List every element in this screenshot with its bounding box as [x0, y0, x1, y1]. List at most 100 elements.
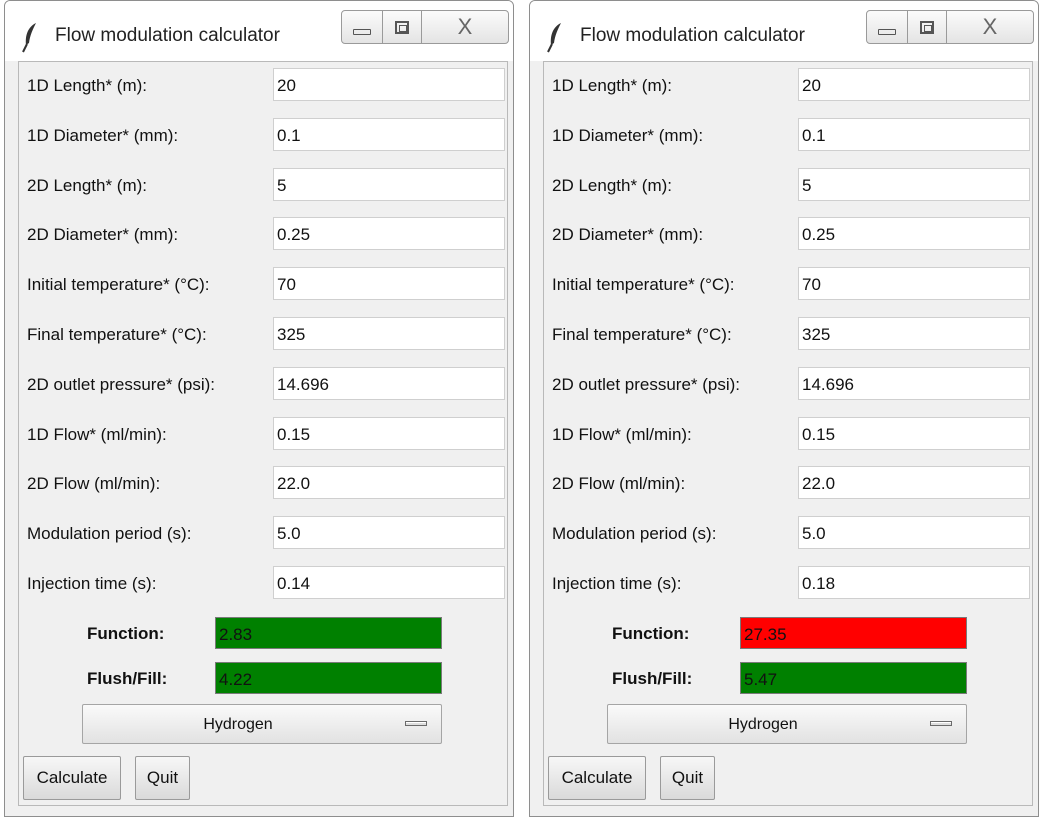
function-result: 27.35	[740, 617, 967, 649]
field-input[interactable]: 14.696	[273, 366, 505, 400]
form-row: 2D Length* (m): 5	[19, 167, 507, 202]
field-input[interactable]: 0.18	[798, 566, 1030, 599]
calculator-window-right: Flow modulation calculator X 1D Length* …	[529, 0, 1039, 817]
flush-fill-result: 5.47	[740, 662, 967, 694]
feather-icon	[547, 23, 561, 53]
carrier-gas-dropdown[interactable]: Hydrogen	[607, 704, 967, 744]
form-row: 1D Diameter* (mm): 0.1	[544, 117, 1032, 152]
feather-icon	[22, 23, 36, 53]
field-input[interactable]: 70	[273, 267, 505, 301]
form-row: 1D Diameter* (mm): 0.1	[19, 117, 507, 152]
field-input[interactable]: 325	[798, 317, 1030, 350]
form-row: Injection time (s): 0.14	[19, 566, 507, 600]
form-row: 2D Flow (ml/min): 22.0	[19, 466, 507, 500]
field-label: Initial temperature* (°C):	[552, 275, 735, 295]
form-row: 2D Diameter* (mm): 0.25	[19, 217, 507, 251]
maximize-button[interactable]	[382, 10, 422, 44]
field-label: 2D outlet pressure* (psi):	[552, 374, 741, 394]
calculator-window-left: Flow modulation calculator X 1D Length* …	[4, 0, 514, 817]
form-row: 2D outlet pressure* (psi): 14.696	[544, 366, 1032, 401]
field-input[interactable]: 0.15	[798, 416, 1030, 450]
field-label: Injection time (s):	[27, 574, 157, 593]
minimize-icon	[353, 29, 371, 35]
calculate-button[interactable]: Calculate	[548, 756, 646, 800]
field-input[interactable]: 0.15	[273, 416, 505, 450]
field-input[interactable]: 14.696	[798, 366, 1030, 400]
form-row: Final temperature* (°C): 325	[19, 317, 507, 351]
carrier-gas-value: Hydrogen	[728, 716, 798, 733]
field-label: 2D Length* (m):	[552, 175, 672, 195]
form-row: 1D Length* (m): 20	[19, 68, 507, 102]
field-label: 1D Flow* (ml/min):	[27, 424, 167, 444]
calculate-button[interactable]: Calculate	[23, 756, 121, 800]
form-row: Initial temperature* (°C): 70	[544, 267, 1032, 301]
function-result: 2.83	[215, 617, 442, 649]
form-row: 2D Flow (ml/min): 22.0	[544, 466, 1032, 500]
field-label: 2D Length* (m):	[27, 175, 147, 195]
field-label: Injection time (s):	[552, 574, 682, 593]
maximize-button[interactable]	[907, 10, 947, 44]
function-label: Function:	[612, 624, 690, 643]
maximize-icon	[920, 20, 934, 34]
form-row: Injection time (s): 0.18	[544, 566, 1032, 600]
minimize-button[interactable]	[866, 10, 908, 44]
field-input[interactable]: 20	[273, 68, 505, 101]
window-title: Flow modulation calculator	[55, 25, 280, 46]
minimize-icon	[878, 29, 896, 35]
flush-fill-result: 4.22	[215, 662, 442, 694]
field-input[interactable]: 5.0	[273, 516, 505, 550]
quit-button[interactable]: Quit	[135, 756, 190, 800]
field-label: 2D Diameter* (mm):	[27, 225, 179, 245]
field-label: 2D Flow (ml/min):	[27, 474, 161, 494]
form-row: 1D Flow* (ml/min): 0.15	[544, 416, 1032, 451]
field-label: Final temperature* (°C):	[27, 325, 207, 344]
carrier-gas-dropdown[interactable]: Hydrogen	[82, 704, 442, 744]
form-row: 1D Flow* (ml/min): 0.15	[19, 416, 507, 451]
maximize-icon	[395, 20, 409, 34]
field-label: 2D Diameter* (mm):	[552, 225, 704, 245]
field-input[interactable]: 5	[798, 167, 1030, 201]
form-row: Final temperature* (°C): 325	[544, 317, 1032, 351]
carrier-gas-value: Hydrogen	[203, 716, 273, 733]
field-input[interactable]: 20	[798, 68, 1030, 101]
field-input[interactable]: 22.0	[798, 466, 1030, 500]
field-label: 2D outlet pressure* (psi):	[27, 374, 216, 394]
field-input[interactable]: 5.0	[798, 516, 1030, 550]
function-label: Function:	[87, 624, 165, 643]
field-input[interactable]: 0.14	[273, 566, 505, 599]
form-row: Modulation period (s): 5.0	[544, 516, 1032, 550]
form-panel: 1D Length* (m): 20 1D Diameter* (mm): 0.1 2D…	[18, 61, 508, 806]
field-input[interactable]: 70	[798, 267, 1030, 301]
field-input[interactable]: 0.25	[798, 217, 1030, 251]
close-button[interactable]: X	[421, 10, 509, 44]
quit-button[interactable]: Quit	[660, 756, 715, 800]
field-label: 1D Length* (m):	[552, 76, 672, 95]
title-bar[interactable]: Flow modulation calculator X	[530, 1, 1038, 61]
field-label: Modulation period (s):	[552, 524, 717, 544]
field-label: 1D Flow* (ml/min):	[552, 424, 692, 444]
close-icon: X	[982, 14, 998, 39]
field-input[interactable]: 325	[273, 317, 505, 350]
form-row: Initial temperature* (°C): 70	[19, 267, 507, 301]
dropdown-indicator-icon	[930, 721, 952, 726]
field-label: 1D Diameter* (mm):	[552, 125, 704, 145]
field-label: Final temperature* (°C):	[552, 325, 732, 344]
field-input[interactable]: 0.1	[798, 117, 1030, 151]
field-label: 1D Diameter* (mm):	[27, 125, 179, 145]
form-row: 2D Diameter* (mm): 0.25	[544, 217, 1032, 251]
form-row: Modulation period (s): 5.0	[19, 516, 507, 550]
field-input[interactable]: 5	[273, 167, 505, 201]
close-button[interactable]: X	[946, 10, 1034, 44]
field-label: 2D Flow (ml/min):	[552, 474, 686, 494]
field-input[interactable]: 0.1	[273, 117, 505, 151]
minimize-button[interactable]	[341, 10, 383, 44]
field-label: Modulation period (s):	[27, 524, 192, 544]
close-icon: X	[457, 14, 473, 39]
field-input[interactable]: 22.0	[273, 466, 505, 500]
field-input[interactable]: 0.25	[273, 217, 505, 251]
form-row: 2D outlet pressure* (psi): 14.696	[19, 366, 507, 401]
field-label: 1D Length* (m):	[27, 76, 147, 95]
flush-fill-label: Flush/Fill:	[612, 669, 693, 688]
title-bar[interactable]: Flow modulation calculator X	[5, 1, 513, 61]
flush-fill-label: Flush/Fill:	[87, 669, 168, 688]
